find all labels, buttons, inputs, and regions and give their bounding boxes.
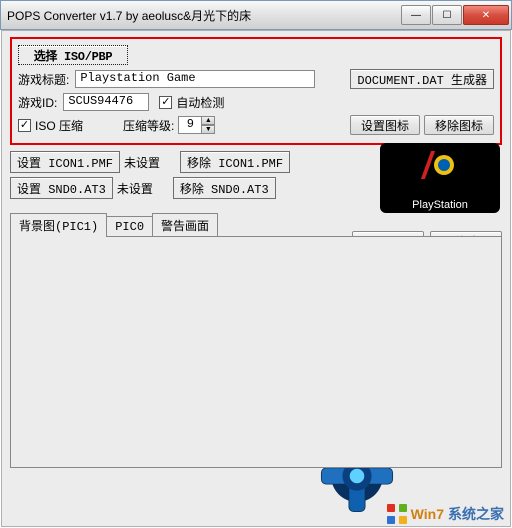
iso-compress-label: ISO 压缩 [35, 117, 83, 134]
remove-snd0-button[interactable]: 移除 SND0.AT3 [173, 177, 276, 199]
remove-icon1-button[interactable]: 移除 ICON1.PMF [180, 151, 290, 173]
watermark-sys: 系统之家 [448, 504, 504, 524]
remove-icon-button[interactable]: 移除图标 [424, 115, 494, 135]
windows-flag-icon [387, 504, 407, 524]
tab-warn[interactable]: 警告画面 [152, 213, 218, 237]
window-title: POPS Converter v1.7 by aeolusc&月光下的床 [7, 7, 400, 24]
select-iso-button[interactable]: 选择 ISO/PBP [18, 45, 128, 65]
game-title-input[interactable]: Playstation Game [75, 70, 315, 88]
ps-logo-icon [380, 151, 500, 179]
documentdat-button[interactable]: DOCUMENT.DAT 生成器 [350, 69, 494, 89]
titlebar: POPS Converter v1.7 by aeolusc&月光下的床 — ☐… [0, 0, 512, 30]
compress-level-spin[interactable]: 9 ▲▼ [178, 116, 215, 134]
set-icon-button[interactable]: 设置图标 [350, 115, 420, 135]
game-id-input[interactable]: SCUS94476 [63, 93, 149, 111]
autodetect-label: 自动检测 [176, 94, 224, 111]
game-id-label: 游戏ID: [18, 94, 57, 111]
set-snd0-button[interactable]: 设置 SND0.AT3 [10, 177, 113, 199]
tab-pic0[interactable]: PIC0 [106, 216, 153, 237]
set-icon1-button[interactable]: 设置 ICON1.PMF [10, 151, 120, 173]
watermark-win7: Win7 [411, 506, 444, 522]
iso-compress-checkbox[interactable] [18, 119, 31, 132]
ps-logo-text: PlayStation [412, 199, 468, 211]
spin-up-icon[interactable]: ▲ [201, 116, 215, 125]
tab-pic1[interactable]: 背景图(PIC1) [10, 213, 107, 237]
tab-panel [10, 236, 502, 468]
autodetect-checkbox[interactable] [159, 96, 172, 109]
close-button[interactable]: ✕ [463, 5, 509, 25]
minimize-button[interactable]: — [401, 5, 431, 25]
app-body: 选择 ISO/PBP 游戏标题: Playstation Game DOCUME… [1, 30, 511, 527]
watermark-footer: Win7 系统之家 [387, 504, 504, 524]
snd0-status: 未设置 [117, 180, 153, 197]
game-title-label: 游戏标题: [18, 71, 69, 88]
compress-level-label: 压缩等级: [123, 117, 174, 134]
playstation-logo: PlayStation [380, 143, 500, 213]
icon1-status: 未设置 [124, 154, 160, 171]
spin-down-icon[interactable]: ▼ [201, 125, 215, 134]
maximize-button[interactable]: ☐ [432, 5, 462, 25]
compress-level-value[interactable]: 9 [178, 116, 202, 134]
highlight-box: 选择 ISO/PBP 游戏标题: Playstation Game DOCUME… [10, 37, 502, 145]
